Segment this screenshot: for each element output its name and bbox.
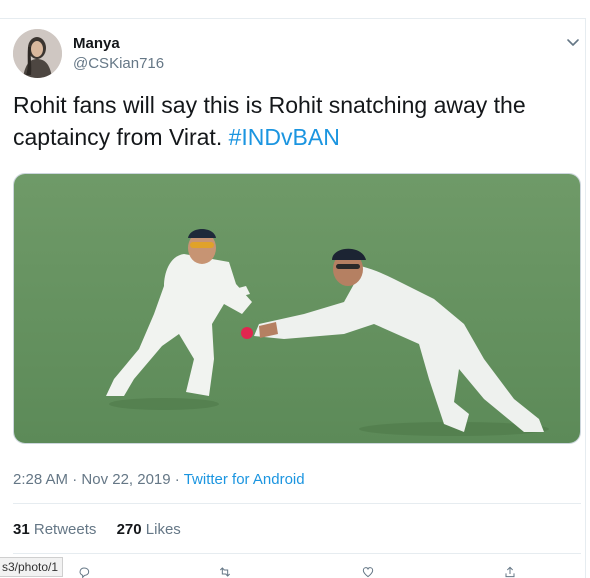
meta-separator: · (174, 471, 180, 488)
retweet-icon[interactable] (216, 566, 234, 578)
tweet-text: Rohit fans will say this is Rohit snatch… (13, 89, 573, 153)
likes-count: 270 (116, 521, 142, 538)
share-icon[interactable] (501, 566, 519, 578)
tweet-media-image[interactable] (13, 173, 581, 444)
tweet-time[interactable]: 2:28 AM (13, 471, 68, 488)
divider (13, 503, 581, 504)
author-handle[interactable]: @CSKian716 (73, 55, 164, 72)
heart-icon[interactable] (359, 566, 377, 578)
cricket-photo (14, 174, 580, 443)
retweets-count: 31 (13, 521, 30, 538)
author-name[interactable]: Manya (73, 35, 120, 52)
tweet-date[interactable]: Nov 22, 2019 (81, 471, 170, 488)
tweet-source-link[interactable]: Twitter for Android (184, 471, 305, 488)
avatar[interactable] (13, 29, 62, 78)
tweet-stats: 31 Retweets 270 Likes (13, 521, 197, 538)
retweets-stat[interactable]: 31 Retweets (13, 521, 96, 538)
retweets-label: Retweets (33, 521, 97, 538)
reply-icon[interactable] (75, 566, 93, 578)
chevron-down-icon[interactable] (565, 34, 581, 50)
likes-label: Likes (145, 521, 181, 538)
avatar-image (13, 29, 62, 78)
likes-stat[interactable]: 270 Likes (117, 521, 181, 538)
tweet-meta: 2:28 AM · Nov 22, 2019 · Twitter for And… (13, 471, 305, 488)
status-url-tooltip: s3/photo/1 (0, 557, 64, 577)
hashtag-link[interactable]: #INDvBAN (229, 124, 340, 150)
meta-separator: · (72, 471, 78, 488)
divider (13, 553, 581, 554)
